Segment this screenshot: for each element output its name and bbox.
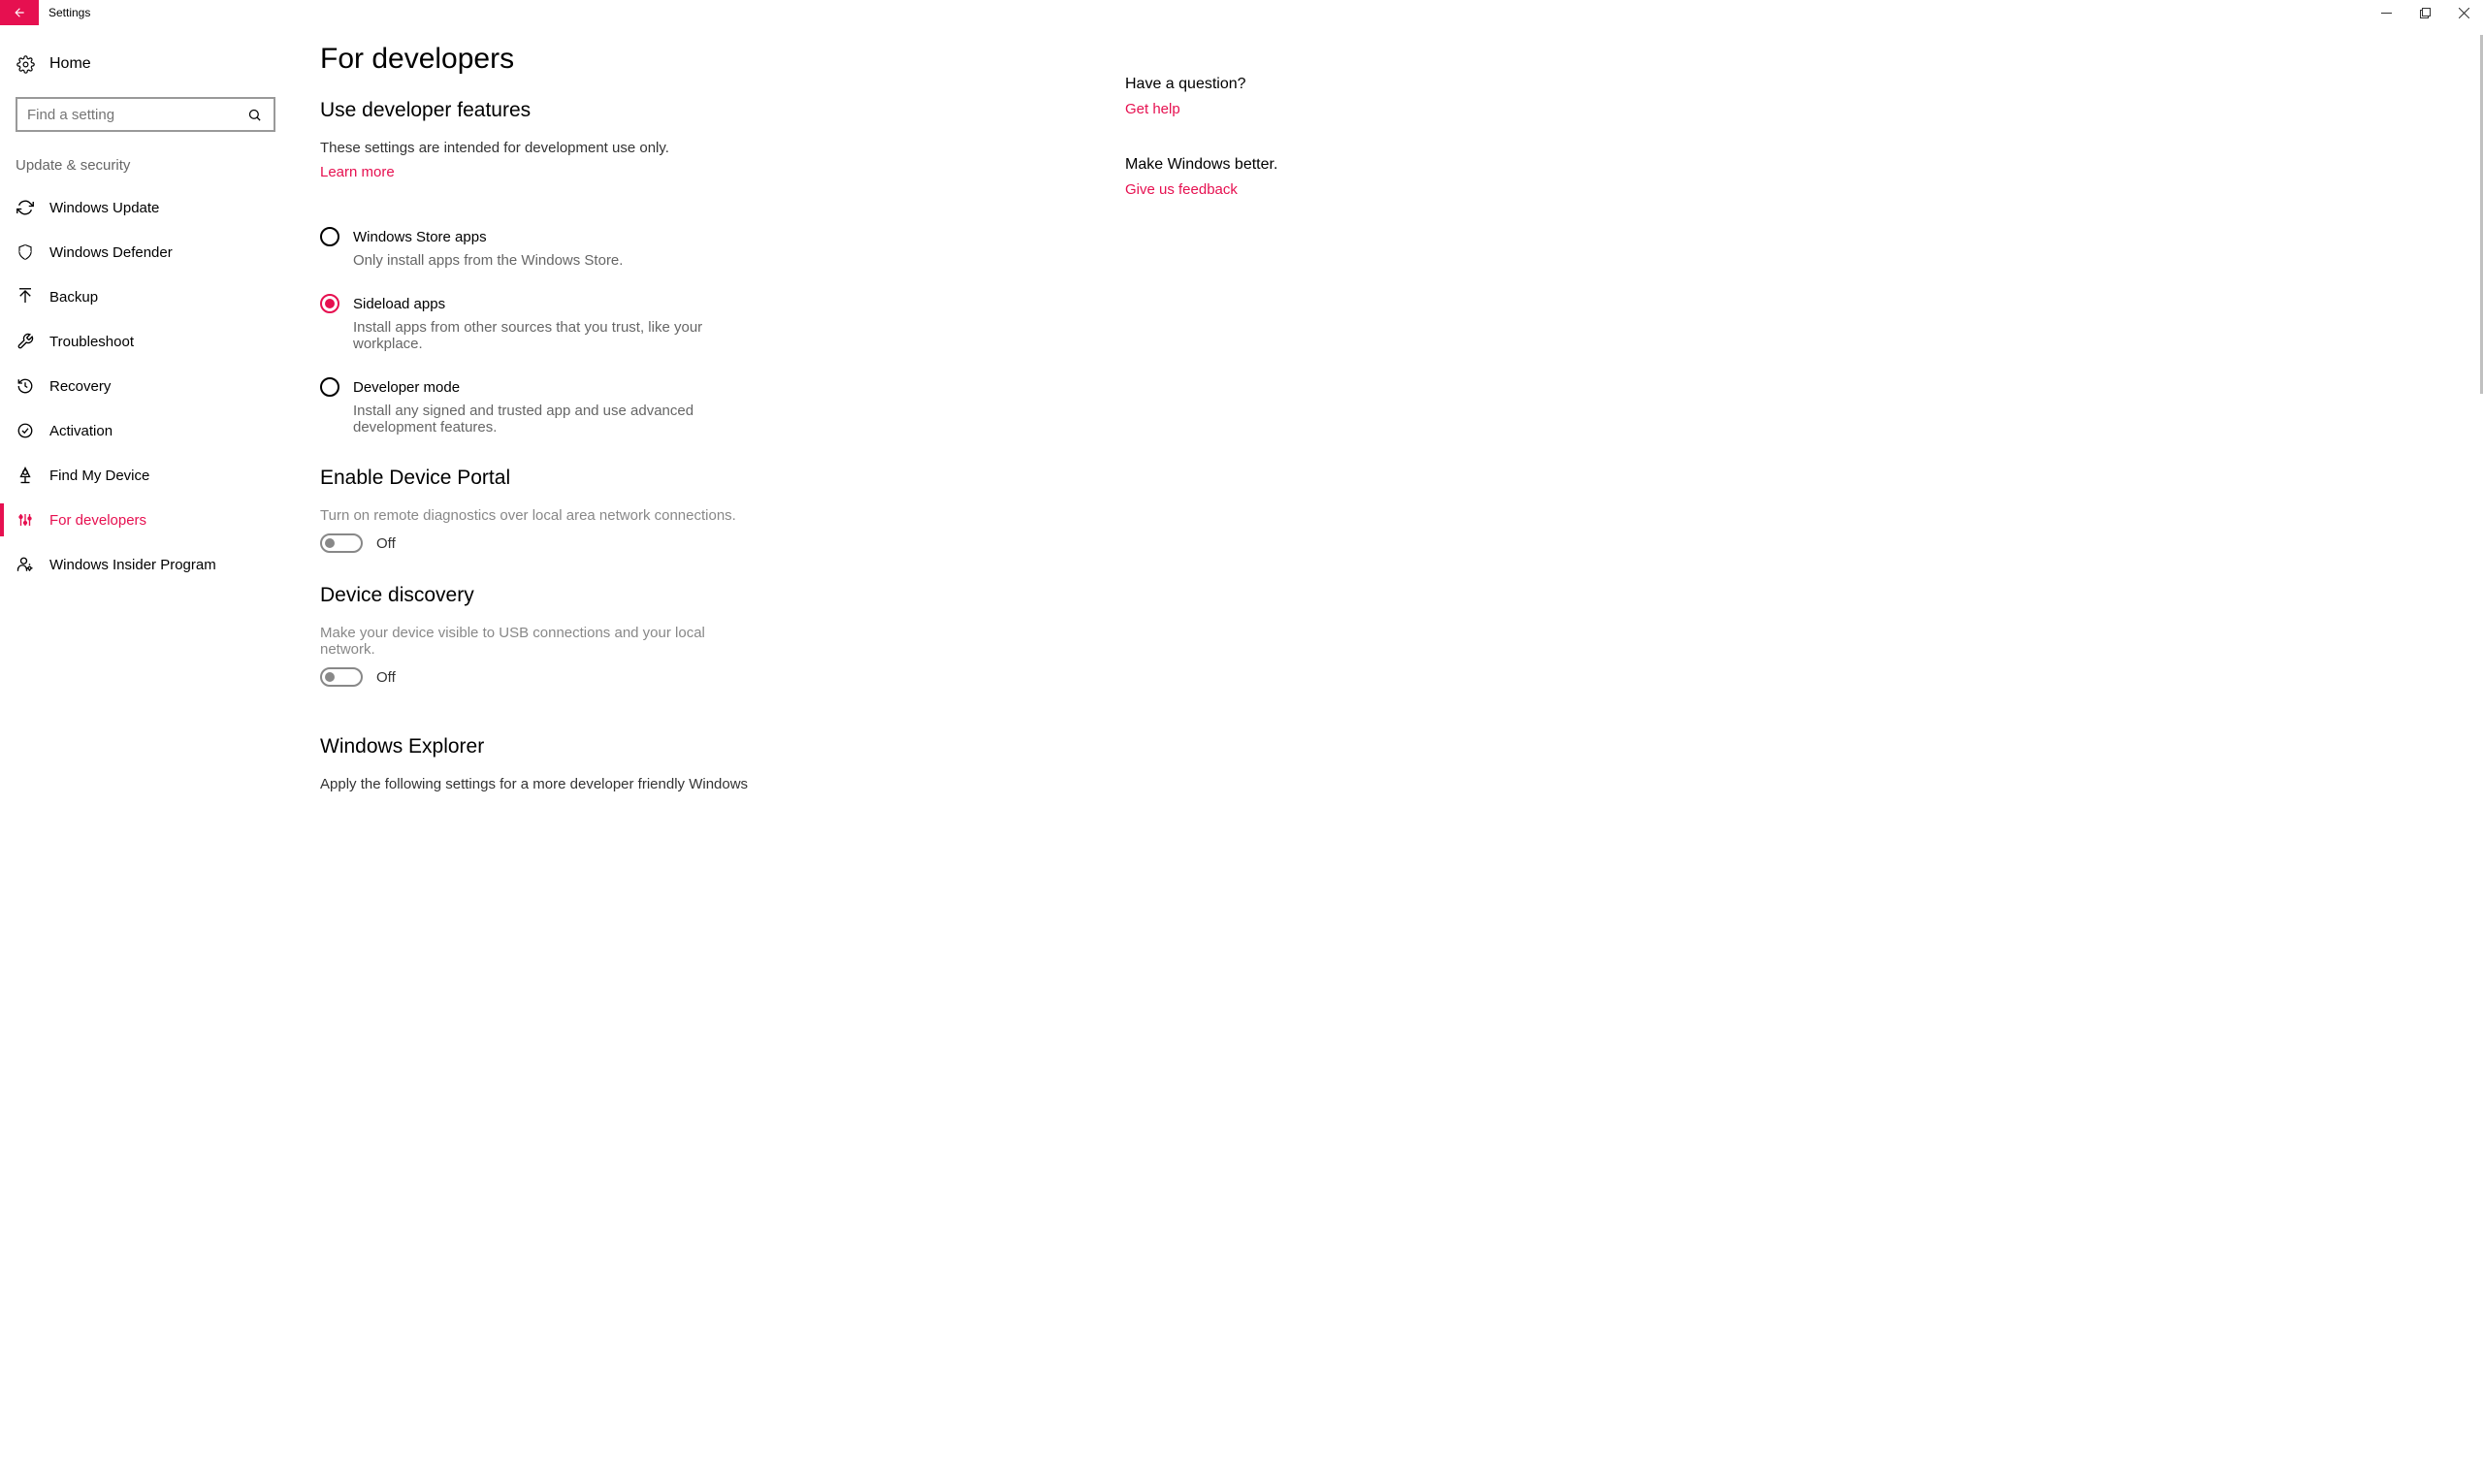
developer-mode-radio-group: Windows Store apps Only install apps fro…	[320, 227, 1048, 436]
titlebar: Settings	[0, 0, 2483, 25]
windows-explorer-desc: Apply the following settings for a more …	[320, 776, 766, 792]
locate-icon	[16, 466, 35, 485]
upload-icon	[16, 287, 35, 306]
home-label: Home	[49, 55, 91, 73]
radio-option-store-apps: Windows Store apps Only install apps fro…	[320, 227, 1048, 269]
radio-store-apps[interactable]: Windows Store apps	[320, 227, 1048, 246]
sidebar-item-windows-defender[interactable]: Windows Defender	[0, 230, 291, 274]
maximize-button[interactable]	[2405, 0, 2444, 25]
check-circle-icon	[16, 421, 35, 440]
radio-circle-icon	[320, 227, 339, 246]
device-discovery-toggle-row: Off	[320, 667, 1048, 687]
close-button[interactable]	[2444, 0, 2483, 25]
radio-desc: Only install apps from the Windows Store…	[353, 252, 722, 269]
sidebar: Home Update & security Windows Update Wi…	[0, 25, 291, 1484]
section-title-device-portal: Enable Device Portal	[320, 467, 1048, 490]
back-button[interactable]	[0, 0, 39, 25]
search-input[interactable]	[17, 99, 274, 130]
device-portal-desc: Turn on remote diagnostics over local ar…	[320, 507, 1048, 524]
radio-sideload[interactable]: Sideload apps	[320, 294, 1048, 313]
category-label: Update & security	[0, 149, 291, 185]
radio-developer-mode[interactable]: Developer mode	[320, 377, 1048, 397]
content-area: For developers Use developer features Th…	[291, 25, 2480, 1484]
learn-more-link[interactable]: Learn more	[320, 164, 395, 180]
feedback-link[interactable]: Give us feedback	[1125, 181, 2480, 198]
nav-label: Activation	[49, 423, 113, 439]
nav-label: Recovery	[49, 378, 111, 395]
nav-label: Windows Insider Program	[49, 557, 216, 573]
minimize-button[interactable]	[2367, 0, 2405, 25]
window-controls	[2367, 0, 2483, 25]
insider-icon	[16, 555, 35, 574]
section-title-windows-explorer: Windows Explorer	[320, 735, 1048, 758]
radio-label: Developer mode	[353, 379, 460, 396]
radio-desc: Install any signed and trusted app and u…	[353, 403, 722, 436]
radio-option-sideload: Sideload apps Install apps from other so…	[320, 294, 1048, 352]
toggle-state-label: Off	[376, 669, 396, 686]
sidebar-item-for-developers[interactable]: For developers	[0, 498, 291, 542]
sidebar-item-troubleshoot[interactable]: Troubleshoot	[0, 319, 291, 364]
search-icon	[244, 105, 264, 124]
sidebar-item-windows-update[interactable]: Windows Update	[0, 185, 291, 230]
sidebar-home[interactable]: Home	[0, 43, 291, 85]
dev-icon	[16, 510, 35, 530]
sidebar-item-windows-insider[interactable]: Windows Insider Program	[0, 542, 291, 587]
toggle-state-label: Off	[376, 535, 396, 552]
refresh-icon	[16, 198, 35, 217]
nav-label: Troubleshoot	[49, 334, 134, 350]
sidebar-item-recovery[interactable]: Recovery	[0, 364, 291, 408]
gear-icon	[16, 54, 35, 74]
sidebar-item-find-my-device[interactable]: Find My Device	[0, 453, 291, 498]
dev-features-desc: These settings are intended for developm…	[320, 140, 1048, 156]
radio-label: Windows Store apps	[353, 229, 487, 245]
nav-label: For developers	[49, 512, 146, 529]
history-icon	[16, 376, 35, 396]
search-box[interactable]	[16, 97, 275, 132]
get-help-link[interactable]: Get help	[1125, 101, 2480, 117]
radio-desc: Install apps from other sources that you…	[353, 319, 722, 352]
sidebar-item-backup[interactable]: Backup	[0, 274, 291, 319]
main-content: For developers Use developer features Th…	[291, 43, 1086, 1484]
page-title: For developers	[320, 43, 1048, 76]
shield-icon	[16, 242, 35, 262]
rp-question-title: Have a question?	[1125, 76, 2480, 93]
rp-feedback-title: Make Windows better.	[1125, 156, 2480, 174]
nav-label: Find My Device	[49, 468, 149, 484]
nav-label: Backup	[49, 289, 98, 306]
device-portal-toggle-row: Off	[320, 533, 1048, 553]
radio-circle-icon	[320, 377, 339, 397]
right-panel: Have a question? Get help Make Windows b…	[1086, 43, 2480, 1484]
wrench-icon	[16, 332, 35, 351]
device-discovery-toggle[interactable]	[320, 667, 363, 687]
device-discovery-desc: Make your device visible to USB connecti…	[320, 625, 708, 658]
device-portal-toggle[interactable]	[320, 533, 363, 553]
nav-label: Windows Defender	[49, 244, 173, 261]
radio-label: Sideload apps	[353, 296, 445, 312]
nav-label: Windows Update	[49, 200, 159, 216]
app-title: Settings	[39, 0, 2367, 25]
sidebar-item-activation[interactable]: Activation	[0, 408, 291, 453]
radio-circle-icon	[320, 294, 339, 313]
section-title-dev-features: Use developer features	[320, 99, 1048, 122]
section-title-device-discovery: Device discovery	[320, 584, 1048, 607]
radio-option-developer-mode: Developer mode Install any signed and tr…	[320, 377, 1048, 436]
